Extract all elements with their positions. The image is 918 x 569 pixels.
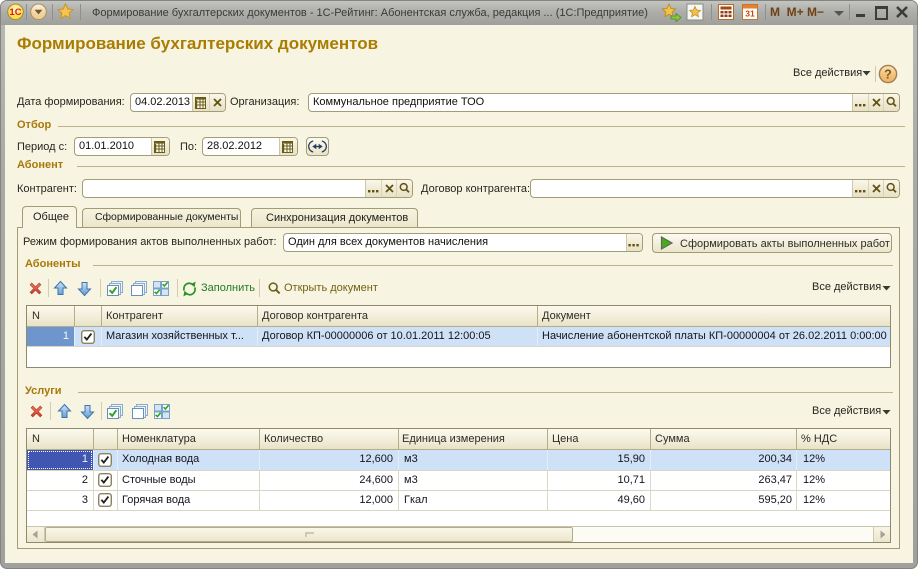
svg-text:1С: 1С — [9, 7, 21, 18]
svg-text:?: ? — [884, 67, 892, 81]
svg-text:31: 31 — [745, 9, 755, 19]
